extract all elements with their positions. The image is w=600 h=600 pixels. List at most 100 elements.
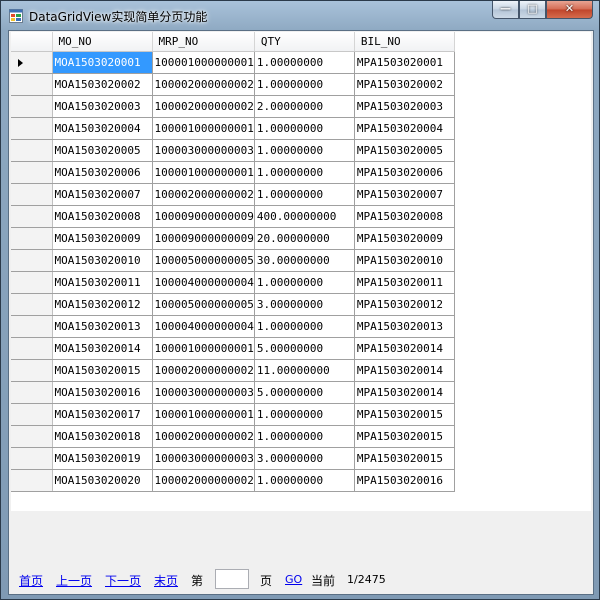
cell-mo-no[interactable]: MOA1503020016 [52, 381, 153, 404]
cell-bil-no[interactable]: MPA1503020008 [354, 205, 455, 228]
cell-bil-no[interactable]: MPA1503020003 [354, 95, 455, 118]
cell-mrp-no[interactable]: 100003000000003 [152, 139, 255, 162]
minimize-button[interactable]: — [492, 1, 519, 19]
table-row[interactable]: MOA1503020016 100003000000003 5.00000000 MP… [11, 381, 455, 404]
cell-bil-no[interactable]: MPA1503020001 [354, 51, 455, 74]
row-header[interactable] [11, 337, 53, 360]
column-header-bil-no[interactable]: BIL_NO [354, 32, 455, 52]
table-row[interactable]: MOA1503020004 100001000000001 1.00000000 MP… [11, 117, 455, 140]
table-row[interactable]: MOA1503020014 100001000000001 5.00000000 MP… [11, 337, 455, 360]
cell-mo-no[interactable]: MOA1503020010 [52, 249, 153, 272]
cell-mrp-no[interactable]: 100002000000002 [152, 73, 255, 96]
cell-bil-no[interactable]: MPA1503020015 [354, 425, 455, 448]
table-row[interactable]: MOA1503020010 100005000000005 30.00000000 M… [11, 249, 455, 272]
cell-mo-no[interactable]: MOA1503020003 [52, 95, 153, 118]
cell-mo-no[interactable]: MOA1503020013 [52, 315, 153, 338]
cell-bil-no[interactable]: MPA1503020014 [354, 381, 455, 404]
row-header[interactable] [11, 183, 53, 206]
row-header[interactable] [11, 139, 53, 162]
table-row[interactable]: MOA1503020003 100002000000002 2.00000000 MP… [11, 95, 455, 118]
cell-mo-no[interactable]: MOA1503020006 [52, 161, 153, 184]
cell-qty[interactable]: 1.00000000 [254, 183, 355, 206]
cell-mo-no[interactable]: MOA1503020001 [52, 51, 153, 74]
data-grid[interactable]: MO_NO MRP_NO QTY BIL_NO MOA1503020001 100… [11, 32, 591, 511]
cell-qty[interactable]: 11.00000000 [254, 359, 355, 382]
cell-mrp-no[interactable]: 100002000000002 [152, 469, 255, 492]
cell-bil-no[interactable]: MPA1503020011 [354, 271, 455, 294]
grid-corner-header[interactable] [11, 32, 53, 52]
column-header-qty[interactable]: QTY [254, 32, 355, 52]
cell-qty[interactable]: 1.00000000 [254, 425, 355, 448]
cell-mrp-no[interactable]: 100001000000001 [152, 51, 255, 74]
row-header[interactable] [11, 161, 53, 184]
row-header[interactable] [11, 73, 53, 96]
table-row[interactable]: MOA1503020020 100002000000002 1.00000000 MP… [11, 469, 455, 492]
table-row[interactable]: MOA1503020002 100002000000002 1.00000000 MP… [11, 73, 455, 96]
cell-mrp-no[interactable]: 100004000000004 [152, 271, 255, 294]
table-row[interactable]: MOA1503020006 100001000000001 1.00000000 MP… [11, 161, 455, 184]
cell-mrp-no[interactable]: 100003000000003 [152, 381, 255, 404]
row-header[interactable] [11, 293, 53, 316]
cell-mo-no[interactable]: MOA1503020020 [52, 469, 153, 492]
cell-qty[interactable]: 1.00000000 [254, 161, 355, 184]
table-row[interactable]: MOA1503020017 100001000000001 1.00000000 MP… [11, 403, 455, 426]
cell-bil-no[interactable]: MPA1503020005 [354, 139, 455, 162]
cell-mrp-no[interactable]: 100009000000009 [152, 205, 255, 228]
cell-mo-no[interactable]: MOA1503020018 [52, 425, 153, 448]
table-row[interactable]: MOA1503020018 100002000000002 1.00000000 MP… [11, 425, 455, 448]
row-header[interactable] [11, 51, 53, 74]
cell-bil-no[interactable]: MPA1503020015 [354, 403, 455, 426]
go-link[interactable]: GO [285, 573, 302, 586]
cell-qty[interactable]: 1.00000000 [254, 73, 355, 96]
table-row[interactable]: MOA1503020009 100009000000009 20.00000000 M… [11, 227, 455, 250]
cell-qty[interactable]: 1.00000000 [254, 139, 355, 162]
cell-qty[interactable]: 2.00000000 [254, 95, 355, 118]
cell-bil-no[interactable]: MPA1503020007 [354, 183, 455, 206]
row-header[interactable] [11, 249, 53, 272]
table-row[interactable]: MOA1503020008 100009000000009 400.00000000… [11, 205, 455, 228]
cell-mrp-no[interactable]: 100002000000002 [152, 425, 255, 448]
cell-qty[interactable]: 30.00000000 [254, 249, 355, 272]
cell-bil-no[interactable]: MPA1503020004 [354, 117, 455, 140]
table-row[interactable]: MOA1503020007 100002000000002 1.00000000 MP… [11, 183, 455, 206]
cell-mrp-no[interactable]: 100001000000001 [152, 403, 255, 426]
maximize-button[interactable]: □ [519, 1, 546, 19]
cell-qty[interactable]: 20.00000000 [254, 227, 355, 250]
row-header[interactable] [11, 271, 53, 294]
cell-qty[interactable]: 1.00000000 [254, 271, 355, 294]
cell-mo-no[interactable]: MOA1503020009 [52, 227, 153, 250]
cell-mrp-no[interactable]: 100002000000002 [152, 359, 255, 382]
cell-bil-no[interactable]: MPA1503020014 [354, 337, 455, 360]
cell-mo-no[interactable]: MOA1503020002 [52, 73, 153, 96]
table-row[interactable]: MOA1503020015 100002000000002 11.00000000 M… [11, 359, 455, 382]
cell-bil-no[interactable]: MPA1503020002 [354, 73, 455, 96]
cell-mrp-no[interactable]: 100009000000009 [152, 227, 255, 250]
cell-bil-no[interactable]: MPA1503020014 [354, 359, 455, 382]
row-header[interactable] [11, 447, 53, 470]
table-row[interactable]: MOA1503020012 100005000000005 3.00000000 MP… [11, 293, 455, 316]
cell-qty[interactable]: 1.00000000 [254, 51, 355, 74]
row-header[interactable] [11, 315, 53, 338]
table-row[interactable]: MOA1503020013 100004000000004 1.00000000 MP… [11, 315, 455, 338]
table-row[interactable]: MOA1503020001 100001000000001 1.00000000 MP… [11, 51, 455, 74]
last-page-link[interactable]: 末页 [154, 572, 178, 589]
row-header[interactable] [11, 359, 53, 382]
cell-mrp-no[interactable]: 100002000000002 [152, 95, 255, 118]
cell-mrp-no[interactable]: 100004000000004 [152, 315, 255, 338]
cell-mo-no[interactable]: MOA1503020005 [52, 139, 153, 162]
cell-qty[interactable]: 400.00000000 [254, 205, 355, 228]
cell-mo-no[interactable]: MOA1503020012 [52, 293, 153, 316]
cell-bil-no[interactable]: MPA1503020013 [354, 315, 455, 338]
cell-mo-no[interactable]: MOA1503020007 [52, 183, 153, 206]
table-row[interactable]: MOA1503020011 100004000000004 1.00000000 MP… [11, 271, 455, 294]
cell-mo-no[interactable]: MOA1503020004 [52, 117, 153, 140]
row-header[interactable] [11, 227, 53, 250]
cell-mo-no[interactable]: MOA1503020017 [52, 403, 153, 426]
cell-qty[interactable]: 1.00000000 [254, 315, 355, 338]
cell-bil-no[interactable]: MPA1503020009 [354, 227, 455, 250]
cell-bil-no[interactable]: MPA1503020012 [354, 293, 455, 316]
cell-qty[interactable]: 5.00000000 [254, 381, 355, 404]
cell-mo-no[interactable]: MOA1503020015 [52, 359, 153, 382]
cell-qty[interactable]: 1.00000000 [254, 403, 355, 426]
row-header[interactable] [11, 469, 53, 492]
